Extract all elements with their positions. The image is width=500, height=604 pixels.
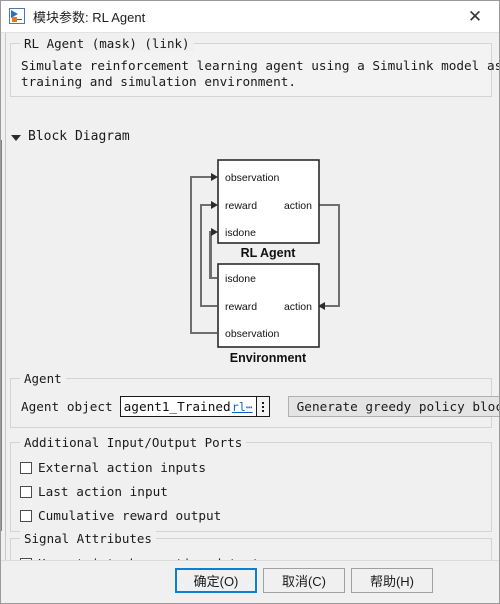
window-title: 模块参数: RL Agent bbox=[33, 10, 146, 25]
agent-legend: Agent bbox=[20, 371, 66, 386]
triangle-down-icon[interactable] bbox=[11, 134, 21, 141]
agent-object-link[interactable]: rl⋯ bbox=[232, 400, 253, 414]
svg-text:isdone: isdone bbox=[225, 273, 256, 285]
description-text: Simulate reinforcement learning agent us… bbox=[21, 58, 499, 89]
generate-greedy-policy-button[interactable]: Generate greedy policy block bbox=[287, 396, 499, 417]
svg-text:isdone: isdone bbox=[225, 227, 256, 239]
ok-button[interactable]: 确定(O) bbox=[175, 568, 257, 593]
vertical-dots-icon[interactable] bbox=[256, 396, 270, 417]
help-button[interactable]: 帮助(H) bbox=[351, 568, 433, 593]
agent-object-value: agent1_Trained bbox=[123, 399, 231, 414]
left-edge-rule bbox=[5, 33, 6, 603]
svg-text:observation: observation bbox=[225, 172, 279, 184]
agent-object-row: Agent object agent1_Trained rl⋯ Generate… bbox=[21, 396, 499, 417]
svg-text:action: action bbox=[284, 301, 312, 313]
checkbox-label: Last action input bbox=[38, 484, 168, 499]
block-diagram-header[interactable]: Block Diagram bbox=[11, 129, 130, 144]
simulink-block-icon bbox=[9, 8, 26, 25]
agent-object-input[interactable]: agent1_Trained rl⋯ bbox=[119, 396, 257, 417]
dialog-body: RL Agent (mask) (link) Simulate reinforc… bbox=[1, 33, 499, 603]
svg-text:RL Agent: RL Agent bbox=[241, 246, 297, 260]
svg-text:reward: reward bbox=[225, 200, 257, 212]
block-diagram-label: Block Diagram bbox=[28, 129, 130, 144]
checkbox-icon[interactable] bbox=[20, 509, 32, 522]
title-bar: 模块参数: RL Agent ✕ bbox=[1, 1, 499, 33]
checkbox-last-action-input[interactable]: Last action input bbox=[20, 484, 168, 499]
svg-text:observation: observation bbox=[225, 328, 279, 340]
agent-object-label: Agent object bbox=[21, 399, 113, 414]
dialog-footer: 确定(O) 取消(C) 帮助(H) bbox=[1, 560, 499, 603]
signal-attributes-legend: Signal Attributes bbox=[20, 531, 156, 546]
svg-text:action: action bbox=[284, 200, 312, 212]
svg-text:Environment: Environment bbox=[230, 351, 307, 365]
description-legend: RL Agent (mask) (link) bbox=[20, 36, 194, 51]
description-group: RL Agent (mask) (link) Simulate reinforc… bbox=[10, 36, 499, 97]
checkbox-icon[interactable] bbox=[20, 461, 32, 474]
checkbox-label: Cumulative reward output bbox=[38, 508, 222, 523]
checkbox-icon[interactable] bbox=[20, 485, 32, 498]
checkbox-cumulative-reward-output[interactable]: Cumulative reward output bbox=[20, 508, 221, 523]
checkbox-external-action-inputs[interactable]: External action inputs bbox=[20, 460, 206, 475]
checkbox-label: External action inputs bbox=[38, 460, 207, 475]
svg-text:reward: reward bbox=[225, 301, 257, 313]
ports-group: Additional Input/Output Ports External a… bbox=[10, 435, 492, 532]
left-pane-divider bbox=[1, 140, 2, 531]
close-icon[interactable]: ✕ bbox=[453, 2, 497, 32]
cancel-button[interactable]: 取消(C) bbox=[263, 568, 345, 593]
agent-group: Agent Agent object agent1_Trained rl⋯ Ge… bbox=[10, 371, 499, 428]
block-diagram-canvas: observation reward isdone action RL Agen… bbox=[13, 151, 489, 369]
ports-legend: Additional Input/Output Ports bbox=[20, 435, 247, 450]
block-parameters-dialog: 模块参数: RL Agent ✕ RL Agent (mask) (link) … bbox=[0, 0, 500, 604]
